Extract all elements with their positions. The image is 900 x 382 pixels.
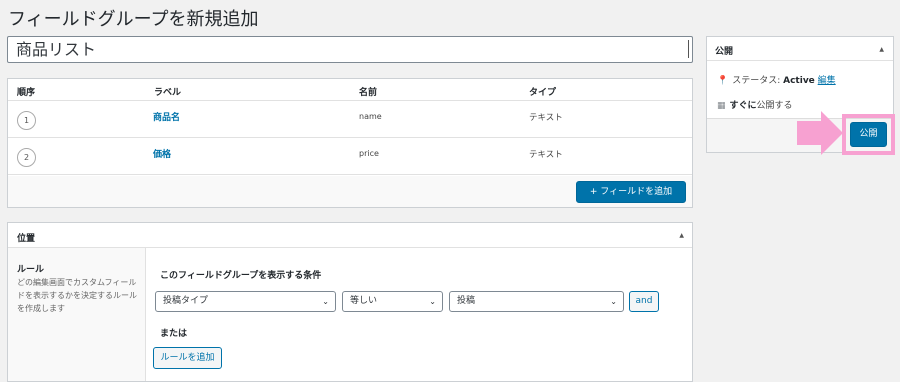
chevron-down-icon: ⌄	[322, 297, 329, 306]
publish-header[interactable]: 公開 ▲	[707, 37, 893, 61]
field-type: テキスト	[529, 150, 563, 160]
title-input[interactable]: 商品リスト	[7, 36, 693, 63]
location-header[interactable]: 位置 ▲	[8, 223, 692, 248]
status-value: Active	[783, 76, 815, 86]
location-title: 位置	[17, 234, 36, 244]
calendar-icon: ▦	[717, 101, 726, 111]
header-label: ラベル	[154, 88, 182, 98]
field-name: price	[359, 149, 379, 158]
edit-status-link[interactable]: 編集	[818, 76, 836, 86]
location-panel: 位置 ▲ ルール どの編集画面でカスタムフィールドを表示するかを決定するルールを…	[7, 222, 693, 382]
arrow-head-icon	[821, 111, 843, 155]
status-label: ステータス:	[732, 76, 784, 86]
time-suffix: 公開する	[756, 101, 793, 111]
and-button[interactable]: and	[629, 291, 659, 312]
field-label-link[interactable]: 価格	[153, 147, 171, 160]
pin-icon: 📍	[717, 76, 729, 86]
operator-select[interactable]: 等しい ⌄	[342, 291, 443, 312]
chevron-down-icon: ⌄	[429, 297, 436, 306]
field-type: テキスト	[529, 113, 563, 123]
operator-select-value: 等しい	[350, 296, 378, 306]
fields-table-header: 順序 ラベル 名前 タイプ	[8, 79, 692, 101]
param-select-value: 投稿タイプ	[163, 296, 209, 306]
publish-title: 公開	[715, 47, 734, 57]
publish-status: 📍 ステータス: Active 編集	[717, 73, 836, 86]
order-badge[interactable]: 1	[17, 111, 36, 130]
field-name: name	[359, 112, 382, 121]
arrow-right-icon	[797, 121, 823, 145]
field-label-link[interactable]: 商品名	[153, 110, 180, 123]
publish-time: ▦ すぐに公開する	[717, 98, 793, 111]
table-row: 1 商品名 name テキスト	[8, 101, 692, 138]
fields-footer: + フィールドを追加	[8, 176, 692, 207]
add-rule-button[interactable]: ルールを追加	[153, 347, 222, 369]
caret-up-icon[interactable]: ▲	[679, 232, 684, 239]
caret-up-icon[interactable]: ▲	[879, 46, 884, 53]
time-prefix: すぐに	[729, 101, 757, 111]
fields-panel: 順序 ラベル 名前 タイプ 1 商品名 name テキスト 2 価格 price…	[7, 78, 693, 208]
condition-title: このフィールドグループを表示する条件	[160, 271, 322, 281]
order-badge[interactable]: 2	[17, 148, 36, 167]
rules-description: どの編集画面でカスタムフィールドを表示するかを決定するルールを作成します	[17, 278, 137, 313]
header-type: タイプ	[529, 88, 557, 98]
add-field-button[interactable]: + フィールドを追加	[576, 181, 686, 203]
page-title: フィールドグループを新規追加	[8, 9, 259, 30]
header-order: 順序	[17, 88, 36, 98]
value-select[interactable]: 投稿 ⌄	[449, 291, 624, 312]
publish-button[interactable]: 公開	[850, 122, 887, 147]
chevron-down-icon: ⌄	[610, 297, 617, 306]
value-select-value: 投稿	[457, 296, 476, 306]
header-name: 名前	[359, 88, 378, 98]
rules-title: ルール	[17, 265, 45, 275]
or-label: または	[160, 329, 188, 339]
table-row: 2 価格 price テキスト	[8, 138, 692, 175]
param-select[interactable]: 投稿タイプ ⌄	[155, 291, 336, 312]
rules-sidebar: ルール どの編集画面でカスタムフィールドを表示するかを決定するルールを作成します	[8, 248, 146, 381]
